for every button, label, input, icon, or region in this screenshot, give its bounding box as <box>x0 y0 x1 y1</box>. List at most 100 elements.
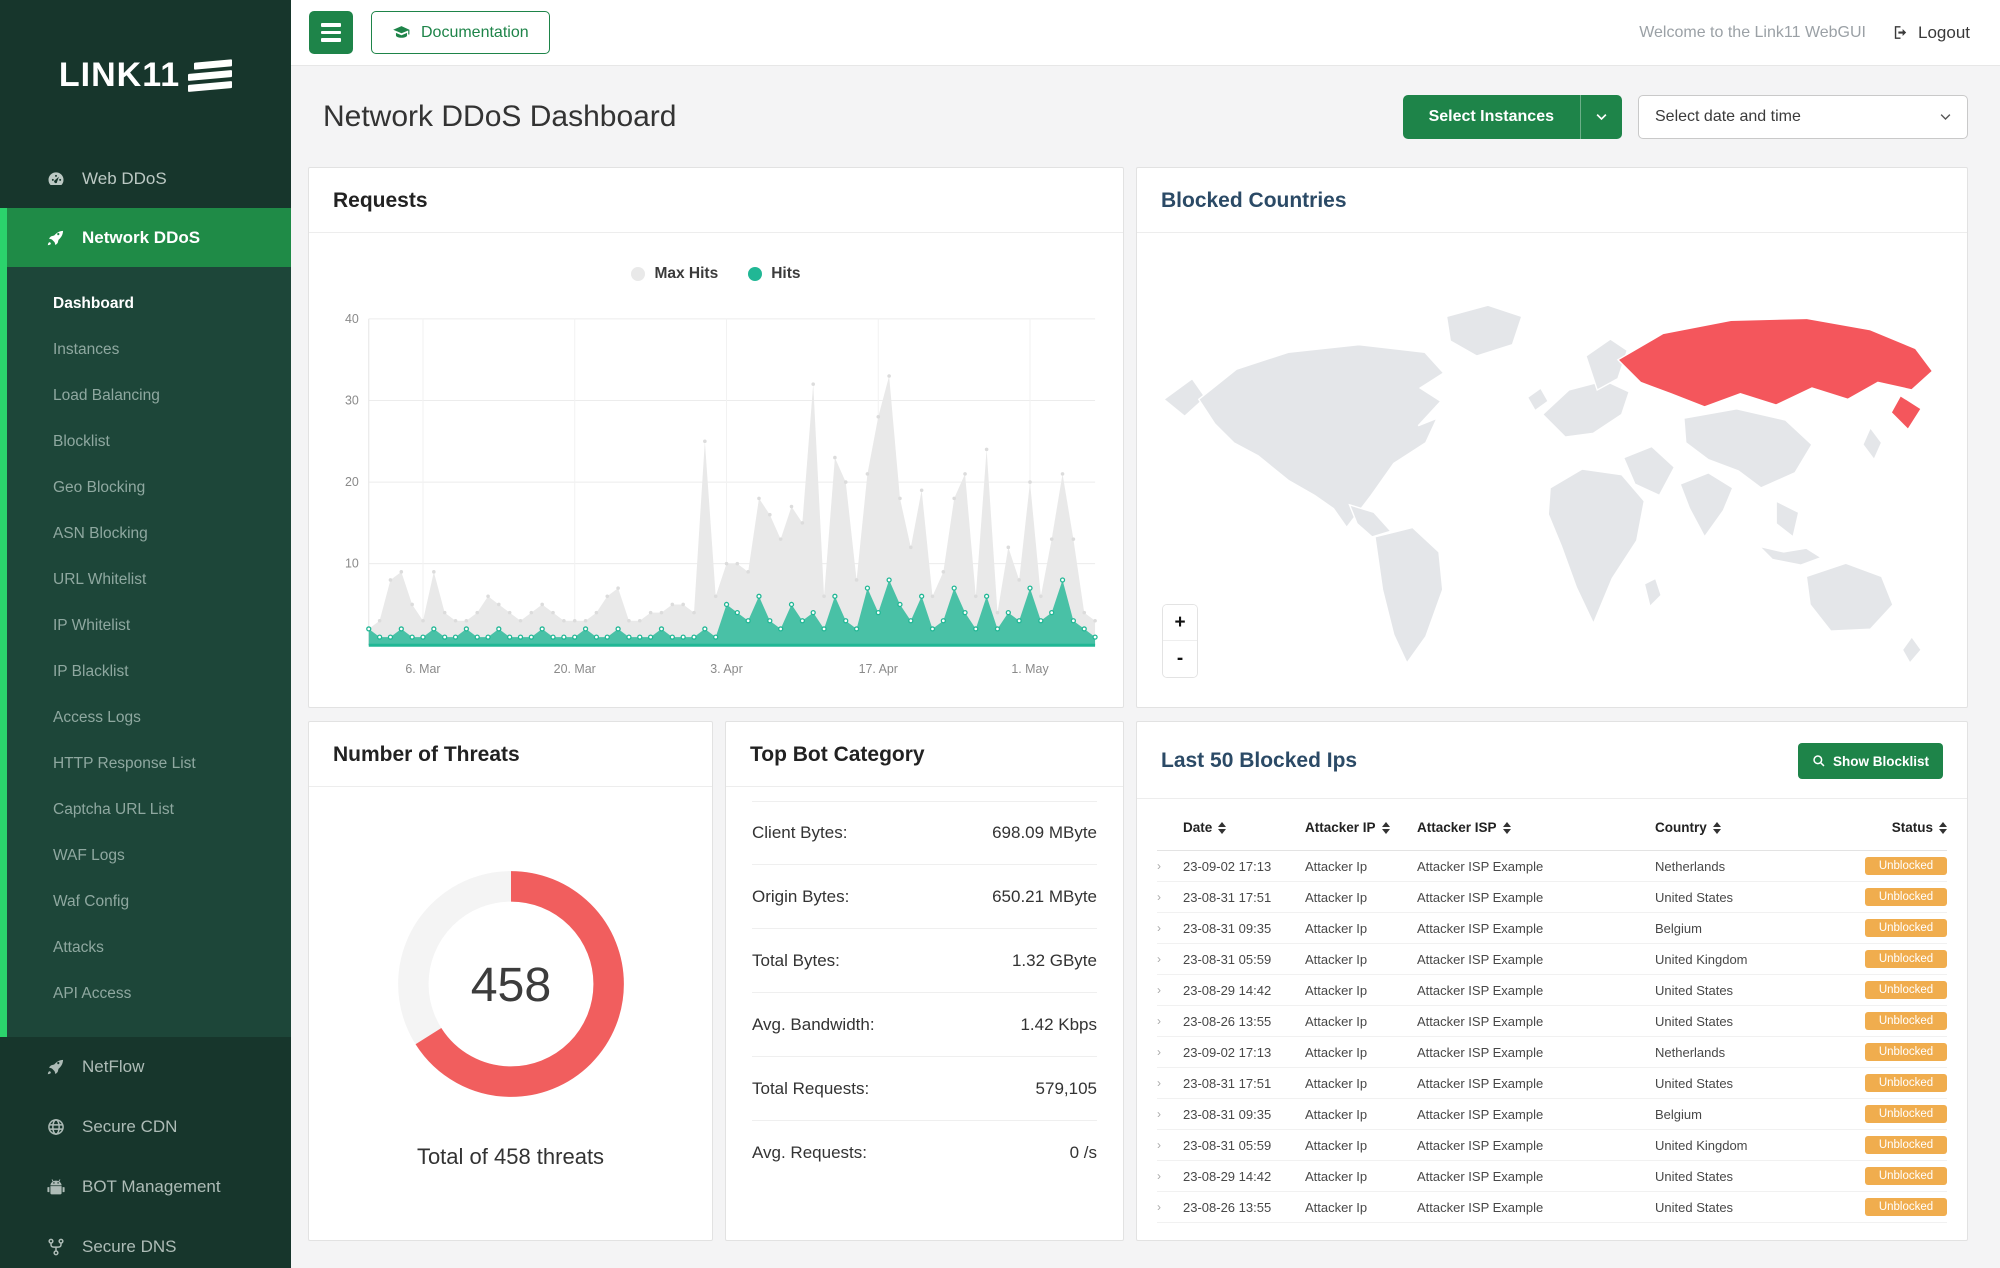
row-expand-icon[interactable]: › <box>1157 1169 1183 1183</box>
select-instances-button[interactable]: Select Instances <box>1403 95 1622 139</box>
menu-toggle-button[interactable] <box>309 11 353 54</box>
row-expand-icon[interactable]: › <box>1157 859 1183 873</box>
table-row[interactable]: ›23-08-31 05:59Attacker IpAttacker ISP E… <box>1157 944 1947 975</box>
branch-icon <box>46 1237 66 1257</box>
sort-icon[interactable] <box>1503 822 1511 834</box>
column-header-status[interactable]: Status <box>1843 820 1947 835</box>
sidebar-item-asn-blocking[interactable]: ASN Blocking <box>7 511 291 557</box>
sidebar-item-secure-cdn[interactable]: Secure CDN <box>0 1097 291 1157</box>
show-blocklist-button[interactable]: Show Blocklist <box>1798 743 1943 779</box>
stat-label: Avg. Bandwidth: <box>752 1015 875 1035</box>
world-map[interactable]: + - <box>1137 233 1967 707</box>
sidebar-item-waf-logs[interactable]: WAF Logs <box>7 833 291 879</box>
table-row[interactable]: ›23-08-29 14:42Attacker IpAttacker ISP E… <box>1157 975 1947 1006</box>
sidebar-item-load-balancing[interactable]: Load Balancing <box>7 373 291 419</box>
logout-button[interactable]: Logout <box>1892 23 1970 43</box>
sidebar-item-bot-management[interactable]: BOT Management <box>0 1157 291 1217</box>
sidebar-item-waf-config[interactable]: Waf Config <box>7 879 291 925</box>
sidebar-item-web-ddos[interactable]: Web DDoS <box>0 150 291 208</box>
chevron-down-icon[interactable] <box>1580 95 1622 139</box>
table-row[interactable]: ›23-08-29 14:42Attacker IpAttacker ISP E… <box>1157 1161 1947 1192</box>
row-expand-icon[interactable]: › <box>1157 921 1183 935</box>
sort-icon[interactable] <box>1713 822 1721 834</box>
table-row[interactable]: ›23-08-31 09:35Attacker IpAttacker ISP E… <box>1157 913 1947 944</box>
sidebar-item-instances[interactable]: Instances <box>7 327 291 373</box>
cell-attacker-ip: Attacker Ip <box>1305 1045 1417 1060</box>
column-header-attacker-isp[interactable]: Attacker ISP <box>1417 820 1655 835</box>
threats-total-value: 458 <box>470 957 551 1011</box>
map-zoom-out-button[interactable]: - <box>1163 641 1197 677</box>
table-row[interactable]: ›23-08-26 13:55Attacker IpAttacker ISP E… <box>1157 1192 1947 1223</box>
column-header-date[interactable]: Date <box>1183 820 1305 835</box>
stat-label: Total Requests: <box>752 1079 869 1099</box>
legend-hits[interactable]: Hits <box>748 265 800 283</box>
sort-icon[interactable] <box>1382 822 1390 834</box>
column-header-country[interactable]: Country <box>1655 820 1843 835</box>
cell-attacker-isp: Attacker ISP Example <box>1417 1138 1655 1153</box>
date-time-placeholder: Select date and time <box>1655 108 1801 126</box>
table-row[interactable]: ›23-09-02 17:13Attacker IpAttacker ISP E… <box>1157 851 1947 882</box>
row-expand-icon[interactable]: › <box>1157 952 1183 966</box>
table-row[interactable]: ›23-09-02 17:13Attacker IpAttacker ISP E… <box>1157 1037 1947 1068</box>
row-expand-icon[interactable]: › <box>1157 1045 1183 1059</box>
table-row[interactable]: ›23-08-31 09:35Attacker IpAttacker ISP E… <box>1157 1099 1947 1130</box>
sidebar-item-dashboard[interactable]: Dashboard <box>7 281 291 327</box>
land-south-america <box>1375 527 1443 663</box>
table-row[interactable]: ›23-08-31 17:51Attacker IpAttacker ISP E… <box>1157 1068 1947 1099</box>
documentation-button[interactable]: Documentation <box>371 11 550 54</box>
cell-attacker-isp: Attacker ISP Example <box>1417 921 1655 936</box>
stat-label: Client Bytes: <box>752 823 847 843</box>
stat-row: Client Bytes:698.09 MByte <box>752 801 1097 865</box>
status-badge: Unblocked <box>1865 1136 1947 1154</box>
row-expand-icon[interactable]: › <box>1157 890 1183 904</box>
sidebar-item-blocklist[interactable]: Blocklist <box>7 419 291 465</box>
stat-value: 1.42 Kbps <box>1020 1015 1097 1035</box>
cell-country: United States <box>1655 1169 1843 1184</box>
sidebar-item-ip-blacklist[interactable]: IP Blacklist <box>7 649 291 695</box>
map-zoom-in-button[interactable]: + <box>1163 605 1197 641</box>
link11-logo: LINK11 <box>0 0 291 150</box>
sidebar-item-netflow[interactable]: NetFlow <box>0 1037 291 1097</box>
sidebar-item-captcha-url-list[interactable]: Captcha URL List <box>7 787 291 833</box>
cell-country: United States <box>1655 1076 1843 1091</box>
row-expand-icon[interactable]: › <box>1157 1107 1183 1121</box>
cell-attacker-isp: Attacker ISP Example <box>1417 1045 1655 1060</box>
table-row[interactable]: ›23-08-26 13:55Attacker IpAttacker ISP E… <box>1157 1006 1947 1037</box>
chart-legend: Max Hits Hits <box>323 265 1109 283</box>
cell-attacker-ip: Attacker Ip <box>1305 890 1417 905</box>
row-expand-icon[interactable]: › <box>1157 1014 1183 1028</box>
sidebar-item-api-access[interactable]: API Access <box>7 971 291 1017</box>
sidebar-item-attacks[interactable]: Attacks <box>7 925 291 971</box>
row-expand-icon[interactable]: › <box>1157 983 1183 997</box>
land-africa <box>1548 469 1644 623</box>
sort-icon[interactable] <box>1939 822 1947 834</box>
sidebar-item-url-whitelist[interactable]: URL Whitelist <box>7 557 291 603</box>
row-expand-icon[interactable]: › <box>1157 1076 1183 1090</box>
sidebar-item-secure-dns[interactable]: Secure DNS <box>0 1217 291 1268</box>
svg-text:1. May: 1. May <box>1011 662 1049 676</box>
sidebar-item-geo-blocking[interactable]: Geo Blocking <box>7 465 291 511</box>
table-row[interactable]: ›23-08-31 17:51Attacker IpAttacker ISP E… <box>1157 882 1947 913</box>
logo-flag-icon <box>188 61 232 90</box>
stat-row: Avg. Requests:0 /s <box>752 1121 1097 1185</box>
stat-row: Origin Bytes:650.21 MByte <box>752 865 1097 929</box>
status-badge: Unblocked <box>1865 1105 1947 1123</box>
land-alaska <box>1164 379 1205 417</box>
cell-attacker-ip: Attacker Ip <box>1305 1107 1417 1122</box>
cell-country: United States <box>1655 983 1843 998</box>
svg-text:20. Mar: 20. Mar <box>554 662 596 676</box>
row-expand-icon[interactable]: › <box>1157 1200 1183 1214</box>
sort-icon[interactable] <box>1218 822 1226 834</box>
sidebar-item-access-logs[interactable]: Access Logs <box>7 695 291 741</box>
date-time-picker[interactable]: Select date and time <box>1638 95 1968 139</box>
threats-caption: Total of 458 threats <box>417 1144 604 1170</box>
column-header-attacker-ip[interactable]: Attacker IP <box>1305 820 1417 835</box>
land-india <box>1680 473 1733 537</box>
row-expand-icon[interactable]: › <box>1157 1138 1183 1152</box>
sidebar-item-network-ddos[interactable]: Network DDoS <box>7 208 291 267</box>
legend-max-hits[interactable]: Max Hits <box>631 265 718 283</box>
sidebar-item-http-response-list[interactable]: HTTP Response List <box>7 741 291 787</box>
blocked-ips-card: Last 50 Blocked Ips Show Blocklist DateA… <box>1136 721 1968 1241</box>
table-row[interactable]: ›23-08-31 05:59Attacker IpAttacker ISP E… <box>1157 1130 1947 1161</box>
sidebar-item-ip-whitelist[interactable]: IP Whitelist <box>7 603 291 649</box>
